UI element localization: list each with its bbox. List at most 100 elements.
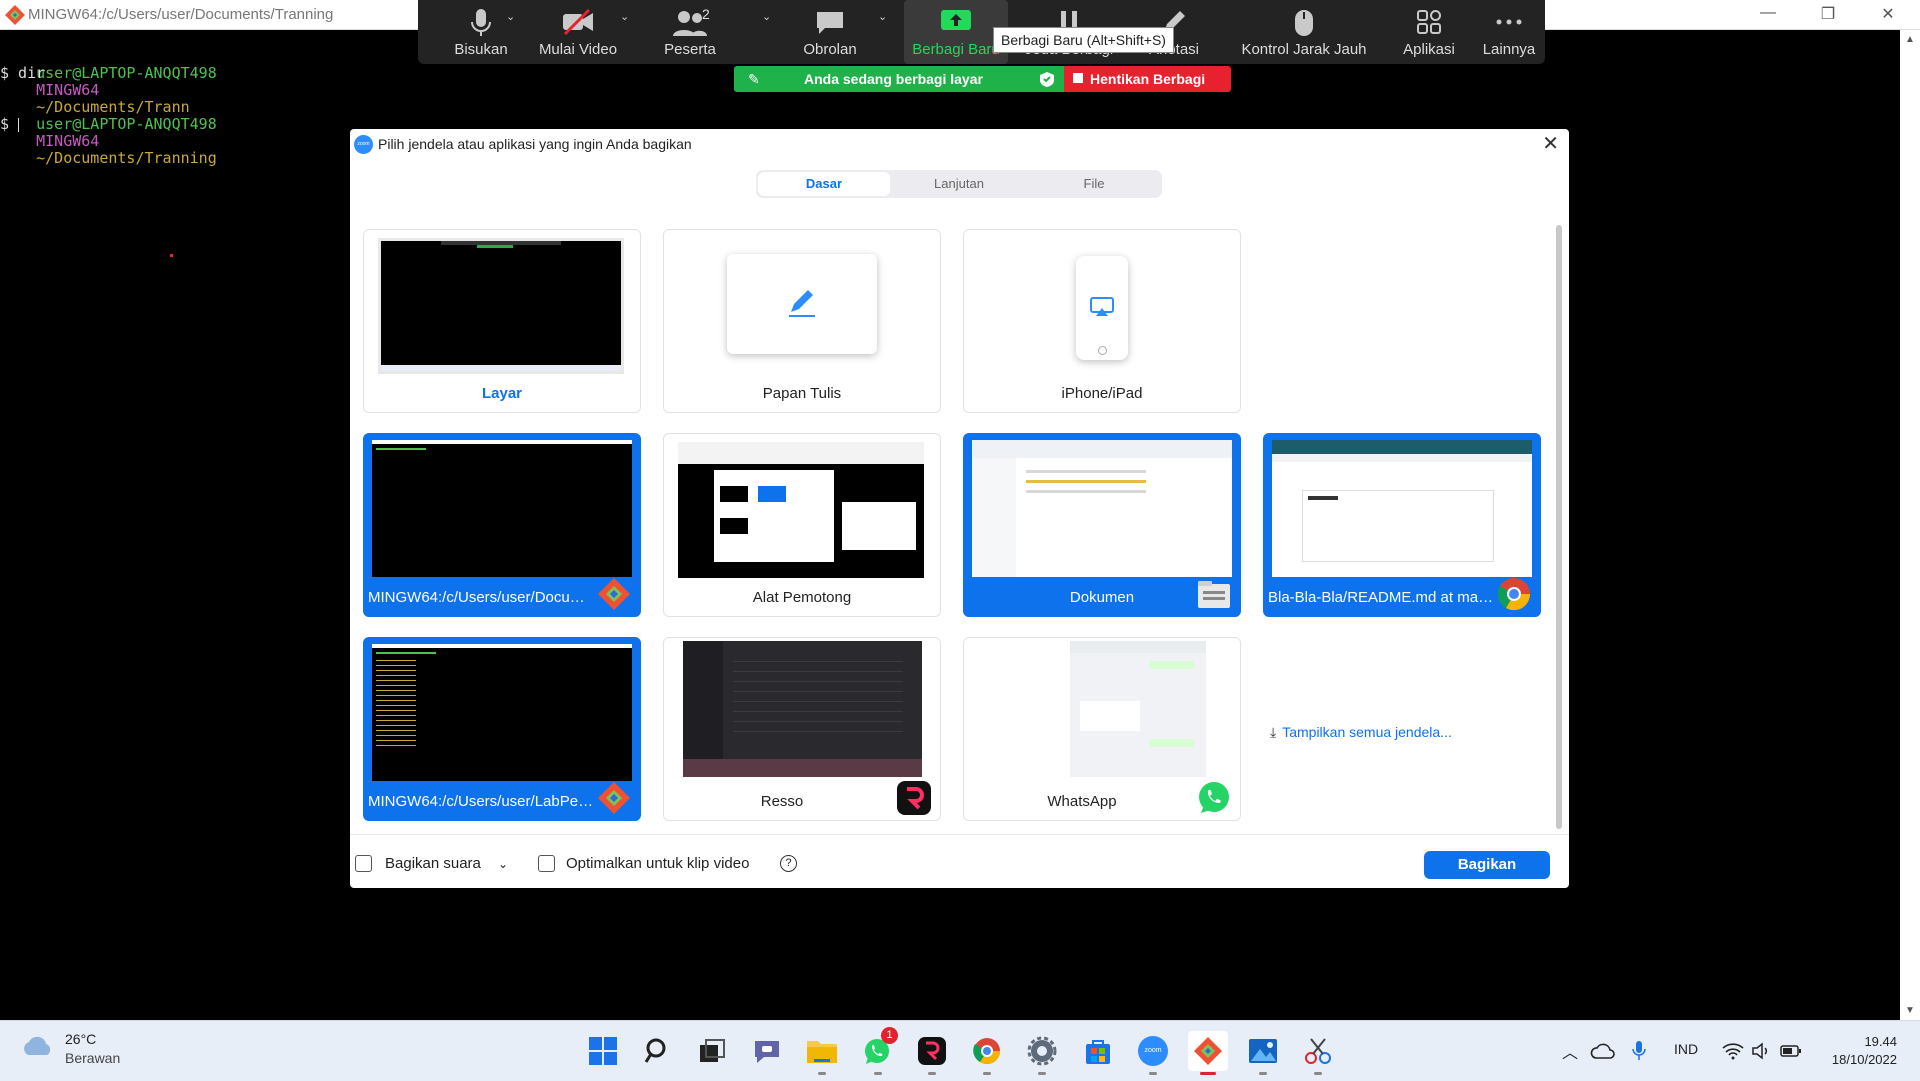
- sharing-status: Anda sedang berbagi layar: [804, 71, 983, 87]
- weather-widget[interactable]: 26°C Berawan: [20, 1031, 120, 1066]
- volume-button[interactable]: [1748, 1031, 1774, 1071]
- tab-file[interactable]: File: [1028, 172, 1160, 196]
- chevron-down-icon[interactable]: ⌄: [762, 10, 771, 23]
- terminal-scrollbar[interactable]: ▲ ▼: [1900, 30, 1920, 1020]
- running-indicator: [1149, 1072, 1157, 1075]
- close-window-button[interactable]: ✕: [1868, 4, 1908, 24]
- language-indicator[interactable]: IND: [1674, 1041, 1698, 1057]
- taskbar-resso[interactable]: [912, 1031, 952, 1075]
- chevron-down-icon[interactable]: ⌄: [620, 10, 629, 23]
- meeting-toolbar: Bisukan ⌄ Mulai Video ⌄ 2 Peserta ⌄ Obro…: [418, 0, 1545, 64]
- taskbar-snipping-tool[interactable]: [1298, 1031, 1338, 1075]
- resso-icon: [897, 781, 931, 815]
- share-option-terminal-2[interactable]: MINGW64:/c/Users/user/LabPem...: [363, 637, 641, 821]
- share-option-iphone-ipad[interactable]: iPhone/iPad: [963, 229, 1241, 413]
- microphone-button[interactable]: [1624, 1031, 1654, 1071]
- git-bash-icon: [1194, 1037, 1222, 1065]
- cursor-dot: [170, 254, 173, 257]
- close-icon[interactable]: ✕: [1542, 131, 1559, 156]
- sharing-banner: ✎ Anda sedang berbagi layar: [734, 66, 1064, 92]
- pencil-icon[interactable]: ✎: [748, 66, 760, 92]
- taskbar-file-explorer[interactable]: [802, 1031, 842, 1075]
- share-option-documents[interactable]: Dokumen: [963, 433, 1241, 617]
- running-indicator: [874, 1072, 882, 1075]
- remote-control-button[interactable]: Kontrol Jarak Jauh: [1224, 0, 1384, 64]
- onedrive-button[interactable]: [1586, 1031, 1620, 1071]
- chat-button[interactable]: Obrolan: [780, 0, 880, 64]
- git-bash-icon: [598, 578, 630, 610]
- minimize-button[interactable]: —: [1748, 4, 1788, 22]
- whatsapp-icon: [1199, 782, 1229, 813]
- start-button[interactable]: [583, 1031, 623, 1071]
- taskbar-zoom[interactable]: zoom: [1133, 1031, 1173, 1075]
- window-thumbnail: [1272, 440, 1532, 577]
- chevron-down-icon[interactable]: ⌄: [878, 10, 887, 23]
- scroll-up-icon[interactable]: ▲: [1905, 34, 1915, 45]
- window-thumbnail: [972, 440, 1232, 577]
- taskbar-whatsapp[interactable]: 1: [858, 1027, 898, 1075]
- show-all-windows-link[interactable]: ⤓ Tampilkan semua jendela...: [1270, 724, 1452, 741]
- onedrive-cloud-icon: [1590, 1043, 1615, 1059]
- dialog-scrollbar[interactable]: [1556, 225, 1562, 829]
- search-button[interactable]: [638, 1031, 678, 1071]
- taskbar-teams[interactable]: [747, 1031, 787, 1071]
- chevron-up-icon: ︿: [1561, 1045, 1578, 1062]
- iphone-thumbnail: [1076, 256, 1128, 360]
- share-option-terminal-1[interactable]: MINGW64:/c/Users/user/Docume...: [363, 433, 641, 617]
- task-view-button[interactable]: [692, 1031, 732, 1071]
- temperature: 26°C: [65, 1031, 97, 1047]
- taskbar-git-bash[interactable]: [1188, 1031, 1228, 1075]
- show-hidden-icons-button[interactable]: ︿: [1555, 1031, 1585, 1071]
- optimize-video-label: Optimalkan untuk klip video: [566, 855, 750, 872]
- share-option-screen[interactable]: Layar: [363, 229, 641, 413]
- git-bash-icon: [5, 5, 25, 25]
- tab-advanced[interactable]: Lanjutan: [893, 172, 1025, 196]
- taskbar-settings[interactable]: [1022, 1031, 1062, 1075]
- weather-condition: Berawan: [65, 1050, 121, 1066]
- share-option-chrome-readme[interactable]: Bla-Bla-Bla/README.md at main...: [1263, 433, 1541, 617]
- share-option-snipping-tool[interactable]: Alat Pemotong: [663, 433, 941, 617]
- maximize-button[interactable]: ❐: [1808, 4, 1848, 24]
- window-thumbnail: [683, 641, 922, 777]
- clock[interactable]: 19.44 18/10/2022: [1832, 1033, 1897, 1069]
- share-sound-checkbox[interactable]: [355, 855, 372, 872]
- taskbar-store[interactable]: [1078, 1031, 1118, 1071]
- dialog-title: Pilih jendela atau aplikasi yang ingin A…: [378, 136, 692, 152]
- whiteboard-pen-icon: [789, 290, 815, 317]
- chrome-icon: [973, 1038, 1001, 1065]
- share-option-whiteboard[interactable]: Papan Tulis: [663, 229, 941, 413]
- scroll-down-icon[interactable]: ▼: [1905, 1005, 1915, 1016]
- running-indicator: [1200, 1072, 1216, 1075]
- wifi-button[interactable]: [1718, 1031, 1748, 1071]
- chevron-down-icon[interactable]: ⌄: [506, 10, 515, 23]
- share-option-whatsapp[interactable]: WhatsApp: [963, 637, 1241, 821]
- apps-icon: [1417, 10, 1441, 34]
- chevron-down-icon[interactable]: ⌄: [498, 857, 508, 871]
- help-icon[interactable]: ?: [780, 855, 797, 872]
- participants-button[interactable]: 2 Peserta: [640, 0, 740, 64]
- mic-icon: [1632, 1041, 1646, 1060]
- download-icon: ⤓: [1270, 724, 1277, 740]
- windows-icon: [589, 1037, 617, 1065]
- battery-button[interactable]: [1776, 1031, 1806, 1071]
- gear-icon: [1027, 1036, 1057, 1066]
- taskbar-chrome[interactable]: [967, 1031, 1007, 1075]
- window-thumbnail: [372, 440, 632, 577]
- mic-icon: [471, 9, 491, 36]
- card-label: iPhone/iPad: [1061, 385, 1143, 402]
- running-indicator: [1259, 1072, 1267, 1075]
- taskbar-photos[interactable]: [1243, 1031, 1283, 1075]
- more-button[interactable]: Lainnya: [1474, 0, 1544, 64]
- prompt-env: MINGW64: [36, 132, 100, 150]
- share-button[interactable]: Bagikan: [1424, 851, 1550, 879]
- scissors-icon: [1305, 1038, 1331, 1064]
- stop-share-button[interactable]: Hentikan Berbagi: [1064, 66, 1231, 92]
- share-tabs: Dasar Lanjutan File: [756, 170, 1162, 198]
- optimize-video-checkbox[interactable]: [538, 855, 555, 872]
- teams-chat-icon: [755, 1041, 779, 1063]
- apps-button[interactable]: Aplikasi: [1384, 0, 1474, 64]
- prompt-path: ~/Documents/Tranning: [36, 149, 217, 167]
- tab-basic[interactable]: Dasar: [758, 172, 890, 196]
- share-option-resso[interactable]: Resso: [663, 637, 941, 821]
- start-video-button[interactable]: Mulai Video: [528, 0, 628, 64]
